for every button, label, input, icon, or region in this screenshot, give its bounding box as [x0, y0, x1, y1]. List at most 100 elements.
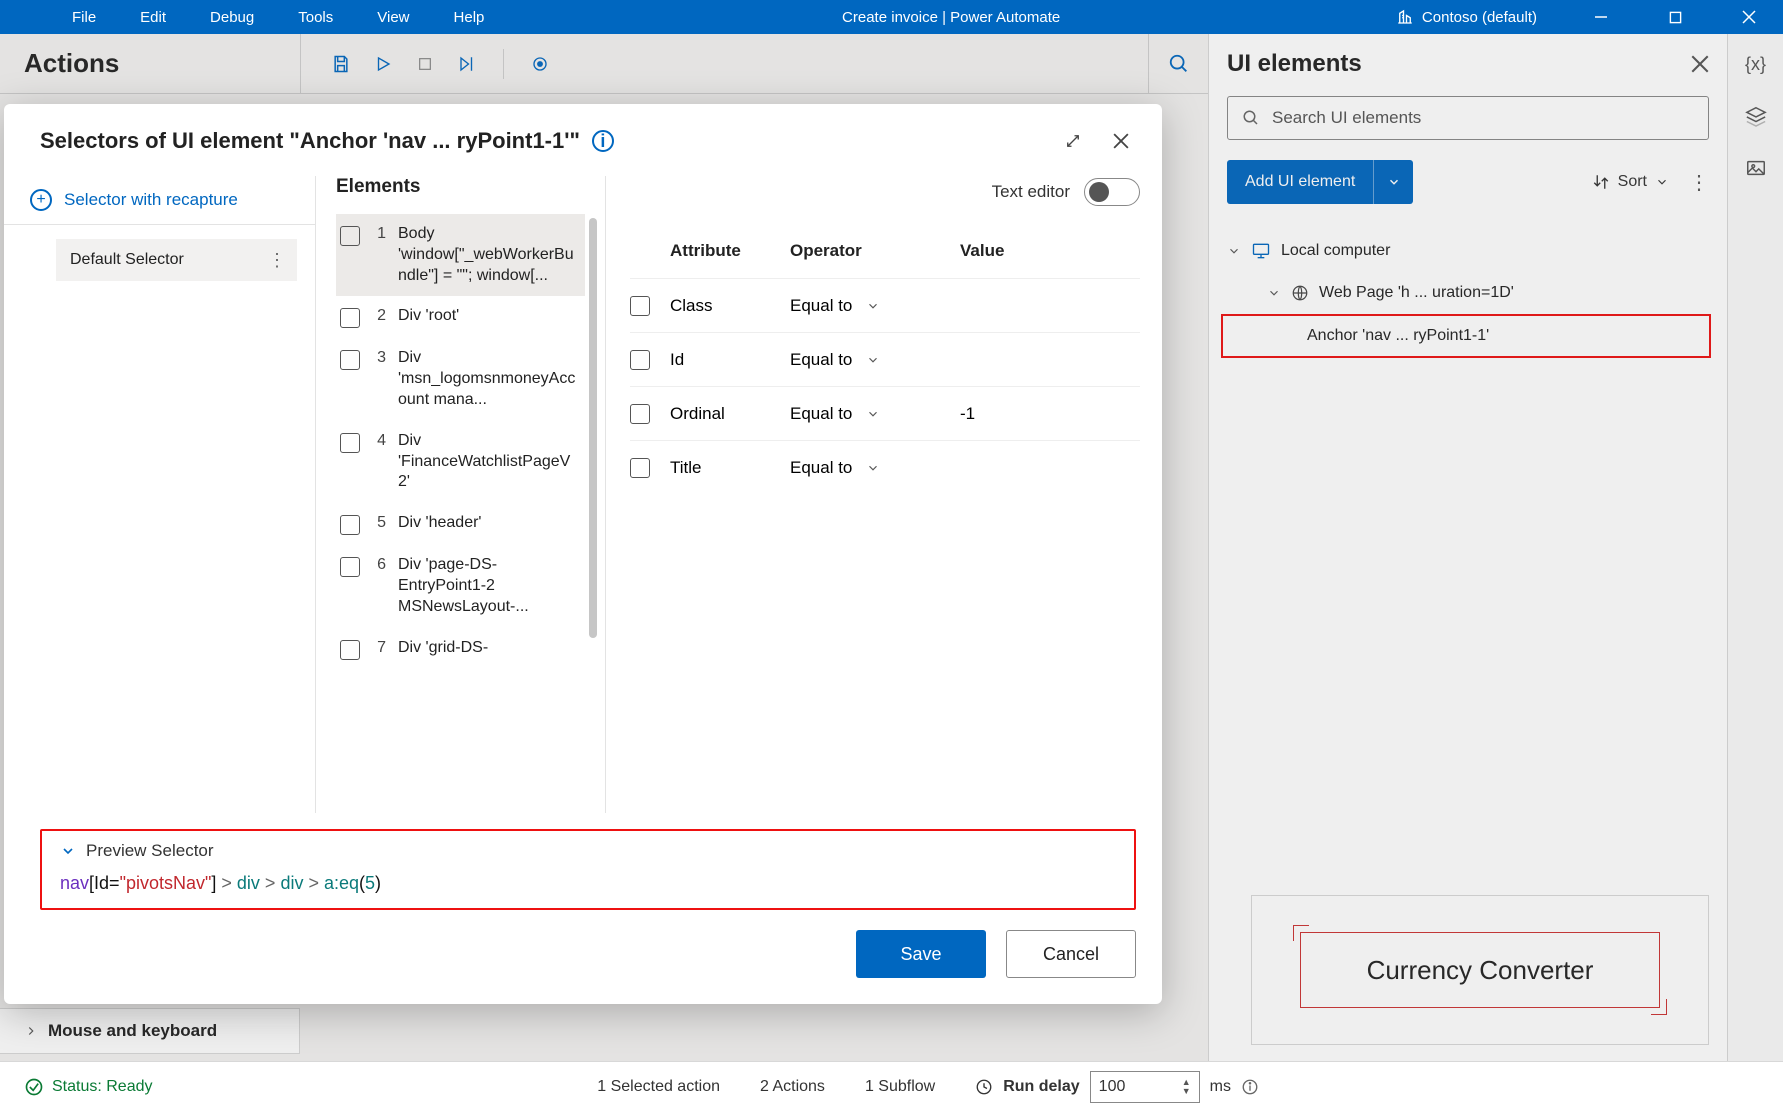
maximize-button[interactable]	[1645, 0, 1705, 34]
checkbox[interactable]	[340, 557, 360, 577]
run-icon[interactable]	[371, 52, 395, 76]
menu-file[interactable]: File	[50, 9, 118, 26]
close-button[interactable]	[1719, 0, 1779, 34]
chevron-down-icon	[1267, 286, 1281, 300]
search-button[interactable]	[1148, 34, 1208, 94]
checkbox[interactable]	[630, 296, 650, 316]
tree-root[interactable]: Local computer	[1227, 230, 1709, 272]
element-item[interactable]: 4Div 'FinanceWatchlistPageV2'	[336, 421, 585, 503]
checkbox[interactable]	[340, 433, 360, 453]
scrollbar[interactable]	[589, 218, 597, 638]
checkbox[interactable]	[340, 308, 360, 328]
recapture-label: Selector with recapture	[64, 190, 238, 210]
check-circle-icon	[24, 1077, 44, 1097]
close-dialog-icon[interactable]	[1106, 126, 1136, 156]
info-icon[interactable]: i	[592, 130, 614, 152]
image-icon[interactable]	[1745, 157, 1767, 179]
tree-root-label: Local computer	[1281, 242, 1390, 260]
checkbox[interactable]	[340, 640, 360, 660]
window-title: Create invoice | Power Automate	[506, 9, 1396, 26]
chevron-down-icon	[1227, 244, 1241, 258]
checkbox[interactable]	[630, 458, 650, 478]
chevron-down-icon	[866, 407, 880, 421]
tree-selected-item[interactable]: Anchor 'nav ... ryPoint1-1'	[1221, 314, 1711, 358]
stepper-icon[interactable]: ▲▼	[1182, 1078, 1191, 1096]
status-subflow: 1 Subflow	[865, 1078, 935, 1096]
table-row[interactable]: ClassEqual to	[630, 278, 1140, 332]
computer-icon	[1251, 241, 1271, 261]
preview-selector-toggle[interactable]: Preview Selector	[60, 841, 1116, 861]
status-selected: 1 Selected action	[597, 1078, 720, 1096]
close-panel-icon[interactable]	[1691, 55, 1709, 73]
text-editor-label: Text editor	[992, 182, 1070, 202]
run-delay-input[interactable]: 100 ▲▼	[1090, 1071, 1200, 1103]
variables-icon[interactable]: {x}	[1745, 54, 1766, 75]
menu-debug[interactable]: Debug	[188, 9, 276, 26]
col-attribute: Attribute	[670, 241, 790, 261]
stop-icon[interactable]	[413, 52, 437, 76]
thumbnail-label: Currency Converter	[1367, 955, 1594, 986]
checkbox[interactable]	[340, 226, 360, 246]
menu-tools[interactable]: Tools	[276, 9, 355, 26]
elements-heading: Elements	[336, 176, 420, 198]
default-selector-item[interactable]: Default Selector ⋮	[56, 239, 297, 281]
add-ui-element-button[interactable]: Add UI element	[1227, 160, 1413, 204]
checkbox[interactable]	[340, 350, 360, 370]
element-item[interactable]: 3Div 'msn_logomsnmoneyAccount mana...	[336, 338, 585, 420]
element-preview-thumbnail: Currency Converter	[1251, 895, 1709, 1045]
operator-select[interactable]: Equal to	[790, 458, 960, 478]
selector-code: nav[Id="pivotsNav"] > div > div > a:eq(5…	[60, 873, 1116, 894]
menu-edit[interactable]: Edit	[118, 9, 188, 26]
ms-label: ms	[1210, 1078, 1231, 1096]
sort-button[interactable]: Sort	[1592, 173, 1669, 191]
element-item[interactable]: 2Div 'root'	[336, 296, 585, 338]
actions-group-mouse-keyboard[interactable]: Mouse and keyboard	[0, 1008, 300, 1054]
element-item[interactable]: 7Div 'grid-DS-	[336, 628, 585, 670]
menu-view[interactable]: View	[355, 9, 431, 26]
tree-page[interactable]: Web Page 'h ... uration=1D'	[1227, 272, 1709, 314]
search-icon	[1168, 53, 1190, 75]
ui-elements-title: UI elements	[1227, 50, 1362, 78]
element-item[interactable]: 1Body 'window["_webWorkerBundle"] = ""; …	[336, 214, 585, 296]
org-label: Contoso (default)	[1422, 9, 1537, 26]
menu-help[interactable]: Help	[432, 9, 507, 26]
save-icon[interactable]	[329, 52, 353, 76]
operator-select[interactable]: Equal to	[790, 404, 960, 424]
mouse-keyboard-label: Mouse and keyboard	[48, 1021, 217, 1041]
operator-select[interactable]: Equal to	[790, 296, 960, 316]
add-ui-element-dropdown[interactable]	[1373, 160, 1413, 204]
globe-icon	[1291, 284, 1309, 302]
chevron-right-icon	[24, 1024, 38, 1038]
selector-with-recapture-button[interactable]: + Selector with recapture	[4, 176, 315, 225]
element-item[interactable]: 6Div 'page-DS-EntryPoint1-2 MSNewsLayout…	[336, 545, 585, 627]
checkbox[interactable]	[630, 404, 650, 424]
chevron-down-icon	[60, 843, 76, 859]
more-button[interactable]: ⋮	[1689, 170, 1709, 195]
chevron-down-icon	[866, 299, 880, 313]
layers-icon[interactable]	[1745, 105, 1767, 127]
minimize-button[interactable]	[1571, 0, 1631, 34]
text-editor-toggle[interactable]	[1084, 178, 1140, 206]
operator-select[interactable]: Equal to	[790, 350, 960, 370]
step-icon[interactable]	[455, 52, 479, 76]
org-selector[interactable]: Contoso (default)	[1396, 8, 1537, 26]
add-ui-element-label: Add UI element	[1227, 173, 1373, 191]
more-icon[interactable]: ⋮	[268, 250, 287, 271]
expand-icon[interactable]	[1058, 126, 1088, 156]
save-button[interactable]: Save	[856, 930, 986, 978]
status-actions: 2 Actions	[760, 1078, 825, 1096]
status-bar: Status: Ready 1 Selected action 2 Action…	[0, 1061, 1783, 1111]
table-row[interactable]: OrdinalEqual to-1	[630, 386, 1140, 440]
checkbox[interactable]	[630, 350, 650, 370]
record-icon[interactable]	[528, 52, 552, 76]
search-ui-elements-input[interactable]: Search UI elements	[1227, 96, 1709, 140]
chevron-down-icon	[866, 461, 880, 475]
cancel-button[interactable]: Cancel	[1006, 930, 1136, 978]
element-item[interactable]: 5Div 'header'	[336, 503, 585, 545]
chevron-down-icon	[1387, 175, 1401, 189]
checkbox[interactable]	[340, 515, 360, 535]
table-row[interactable]: IdEqual to	[630, 332, 1140, 386]
info-icon[interactable]	[1241, 1078, 1259, 1096]
table-row[interactable]: TitleEqual to	[630, 440, 1140, 494]
actions-title: Actions	[0, 48, 300, 79]
